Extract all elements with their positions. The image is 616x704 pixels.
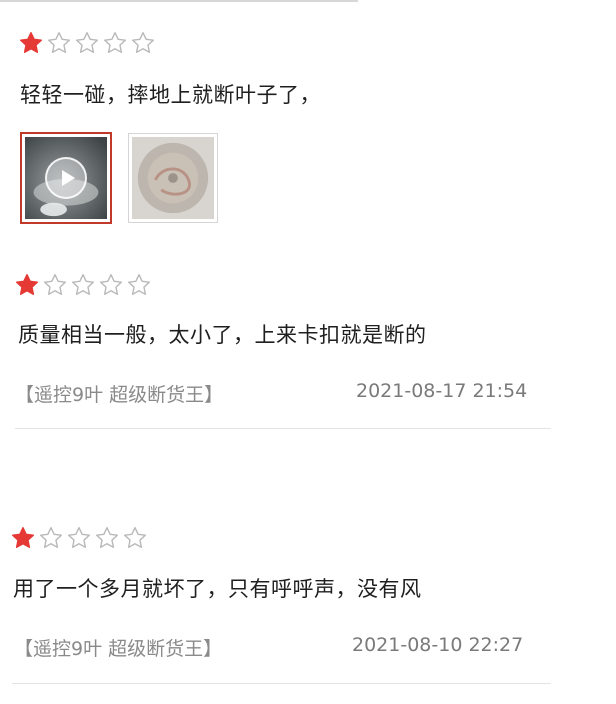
- star-empty-icon: [126, 272, 152, 298]
- review-date: 2021-08-10 22:27: [352, 634, 524, 656]
- star-empty-icon: [46, 30, 72, 56]
- star-filled-icon: [10, 525, 36, 551]
- product-photo-image: [132, 137, 214, 219]
- star-empty-icon: [98, 272, 124, 298]
- star-empty-icon: [94, 525, 120, 551]
- review-text: 用了一个多月就坏了，只有呼呼声，没有风: [13, 577, 422, 601]
- review-image-thumbnail[interactable]: [128, 133, 218, 223]
- star-empty-icon: [38, 525, 64, 551]
- review-divider: [15, 428, 551, 429]
- star-empty-icon: [102, 30, 128, 56]
- review-video-thumbnail[interactable]: [20, 132, 112, 224]
- star-empty-icon: [130, 30, 156, 56]
- review-text: 轻轻一碰，摔地上就断叶子了，: [20, 83, 321, 107]
- star-empty-icon: [122, 525, 148, 551]
- product-spec: 【遥控9叶 超级断货王】: [14, 638, 223, 660]
- star-empty-icon: [70, 272, 96, 298]
- star-empty-icon: [42, 272, 68, 298]
- top-divider: [0, 0, 358, 2]
- review-text: 质量相当一般，太小了，上来卡扣就是断的: [18, 323, 427, 347]
- star-filled-icon: [14, 272, 40, 298]
- review-divider: [12, 683, 551, 684]
- star-empty-icon: [66, 525, 92, 551]
- star-rating: [10, 525, 148, 551]
- review-date: 2021-08-17 21:54: [356, 380, 528, 402]
- star-empty-icon: [74, 30, 100, 56]
- star-rating: [18, 30, 156, 56]
- play-icon[interactable]: [45, 157, 87, 199]
- product-spec: 【遥控9叶 超级断货王】: [15, 384, 224, 406]
- star-rating: [14, 272, 152, 298]
- star-filled-icon: [18, 30, 44, 56]
